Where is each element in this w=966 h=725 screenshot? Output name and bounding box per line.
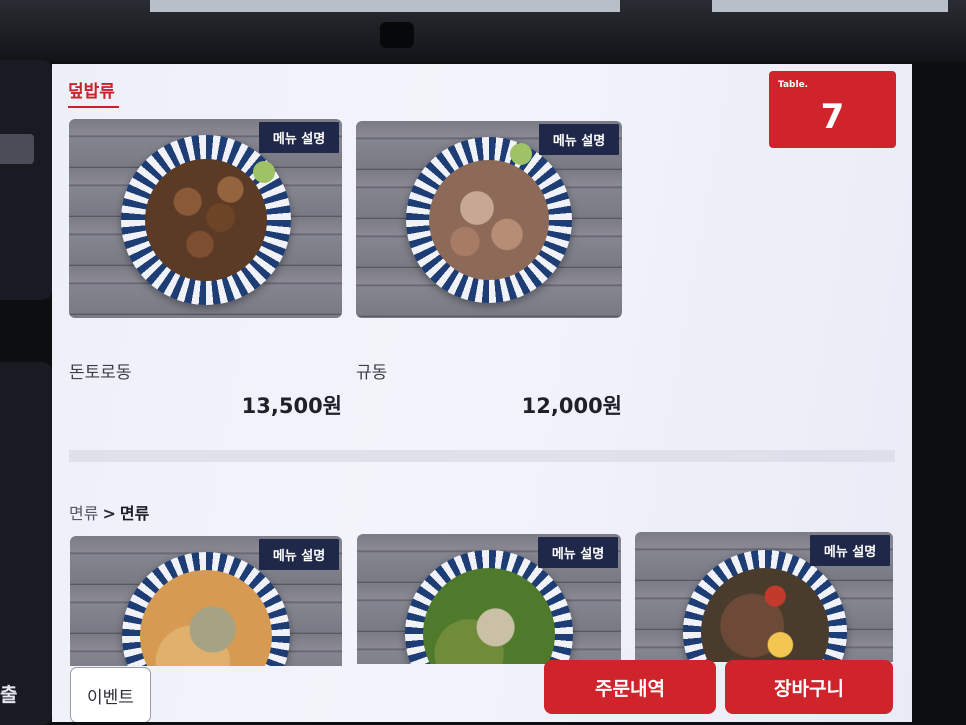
device-camera: [380, 22, 414, 48]
breadcrumb-separator: >: [102, 504, 116, 523]
menu-item-image[interactable]: 메뉴 설명: [70, 536, 342, 666]
category-title: 덮밥류: [68, 82, 115, 102]
menu-description-button[interactable]: 메뉴 설명: [259, 539, 339, 570]
food-image: [423, 568, 555, 664]
cart-button[interactable]: 장바구니: [725, 660, 893, 714]
bowl-image: [406, 137, 572, 303]
breadcrumb-current: 면류: [119, 504, 150, 523]
menu-description-button[interactable]: 메뉴 설명: [538, 537, 618, 568]
garnish-image: [253, 161, 275, 183]
food-image: [145, 159, 267, 281]
food-image: [140, 570, 272, 666]
side-panel: 출: [0, 362, 52, 725]
breadcrumb: 면류 > 면류: [69, 500, 149, 524]
food-image: [429, 160, 549, 280]
kiosk-screen: 덮밥류 Table. 7 메뉴 설명 돈토로동 13,500원 메뉴 설명 규동…: [52, 64, 912, 722]
category-underline: [68, 106, 119, 108]
background-window: [150, 0, 620, 12]
menu-item-price: 12,000원: [521, 394, 622, 418]
menu-item-image[interactable]: 메뉴 설명: [69, 119, 342, 318]
menu-description-button[interactable]: 메뉴 설명: [810, 535, 890, 566]
side-panel-label[interactable]: 출: [0, 680, 20, 714]
bowl-image: [683, 550, 847, 662]
section-divider: [69, 450, 895, 462]
menu-item-image[interactable]: 메뉴 설명: [635, 532, 893, 662]
garnish-image: [510, 143, 532, 165]
side-panel: [0, 60, 52, 300]
table-number-badge: Table. 7: [769, 71, 896, 148]
breadcrumb-parent[interactable]: 면류: [69, 504, 98, 523]
menu-item-name: 돈토로동: [69, 363, 132, 383]
menu-item-image[interactable]: 메뉴 설명: [357, 534, 621, 664]
side-panel-item: [0, 134, 34, 164]
menu-item-image[interactable]: 메뉴 설명: [356, 121, 622, 318]
table-label: Table.: [778, 80, 809, 90]
event-button[interactable]: 이벤트: [70, 667, 151, 722]
order-history-button[interactable]: 주문내역: [544, 660, 716, 714]
menu-description-button[interactable]: 메뉴 설명: [539, 124, 619, 155]
food-image: [701, 568, 829, 662]
table-number: 7: [820, 97, 845, 137]
menu-item-price: 13,500원: [241, 394, 342, 418]
background-window: [712, 0, 948, 12]
menu-item-name: 규동: [356, 363, 388, 383]
menu-description-button[interactable]: 메뉴 설명: [259, 122, 339, 153]
